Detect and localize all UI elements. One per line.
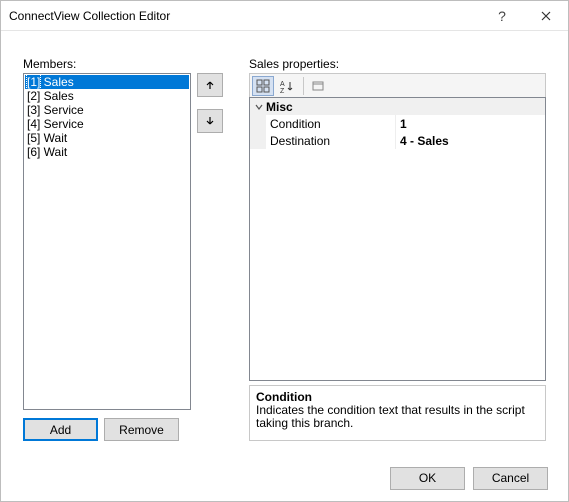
categorized-icon <box>256 79 270 93</box>
close-button[interactable] <box>524 1 568 31</box>
titlebar: ConnectView Collection Editor ? <box>1 1 568 31</box>
member-item[interactable]: [5] Wait <box>25 131 189 145</box>
description-title: Condition <box>256 390 539 404</box>
window-title: ConnectView Collection Editor <box>9 9 480 23</box>
alphabetical-icon: A Z <box>280 79 294 93</box>
add-button[interactable]: Add <box>23 418 98 441</box>
property-row[interactable]: Condition1 <box>250 115 545 132</box>
property-name: Destination <box>266 132 396 149</box>
alphabetical-button[interactable]: A Z <box>276 76 298 96</box>
members-panel: Members: [1] Sales[2] Sales[3] Service[4… <box>23 57 223 441</box>
description-text: Indicates the condition text that result… <box>256 404 539 430</box>
propgrid-toolbar: A Z <box>249 73 546 97</box>
help-button[interactable]: ? <box>480 1 524 31</box>
category-label: Misc <box>266 100 293 114</box>
members-list[interactable]: [1] Sales[2] Sales[3] Service[4] Service… <box>23 73 191 410</box>
property-pages-button[interactable] <box>307 76 329 96</box>
toolbar-separator <box>303 77 304 95</box>
ok-button[interactable]: OK <box>390 467 465 490</box>
property-grid[interactable]: Misc Condition1Destination4 - Sales <box>249 97 546 381</box>
dialog-footer: OK Cancel <box>1 455 568 501</box>
remove-button[interactable]: Remove <box>104 418 179 441</box>
categorized-button[interactable] <box>252 76 274 96</box>
property-name: Condition <box>266 115 396 132</box>
cancel-button[interactable]: Cancel <box>473 467 548 490</box>
member-item[interactable]: [3] Service <box>25 103 189 117</box>
svg-text:A: A <box>280 81 285 88</box>
property-row[interactable]: Destination4 - Sales <box>250 132 545 149</box>
dialog-window: ConnectView Collection Editor ? Members:… <box>0 0 569 502</box>
description-pane: Condition Indicates the condition text t… <box>249 385 546 441</box>
close-icon <box>541 11 551 21</box>
arrow-down-icon <box>205 116 215 126</box>
move-up-button[interactable] <box>197 73 223 97</box>
property-value[interactable]: 1 <box>396 115 545 132</box>
reorder-buttons <box>197 73 223 410</box>
category-row[interactable]: Misc <box>250 98 545 115</box>
dialog-body: Members: [1] Sales[2] Sales[3] Service[4… <box>1 31 568 455</box>
chevron-down-icon[interactable] <box>252 103 266 111</box>
svg-text:Z: Z <box>280 88 285 93</box>
properties-label: Sales properties: <box>249 57 546 71</box>
member-item[interactable]: [6] Wait <box>25 145 189 159</box>
property-pages-icon <box>311 79 325 93</box>
move-down-button[interactable] <box>197 109 223 133</box>
member-item[interactable]: [1] Sales <box>25 75 189 89</box>
members-label: Members: <box>23 57 223 71</box>
member-item[interactable]: [2] Sales <box>25 89 189 103</box>
properties-panel: Sales properties: A Z <box>249 57 546 441</box>
arrow-up-icon <box>205 80 215 90</box>
member-item[interactable]: [4] Service <box>25 117 189 131</box>
property-value[interactable]: 4 - Sales <box>396 132 545 149</box>
